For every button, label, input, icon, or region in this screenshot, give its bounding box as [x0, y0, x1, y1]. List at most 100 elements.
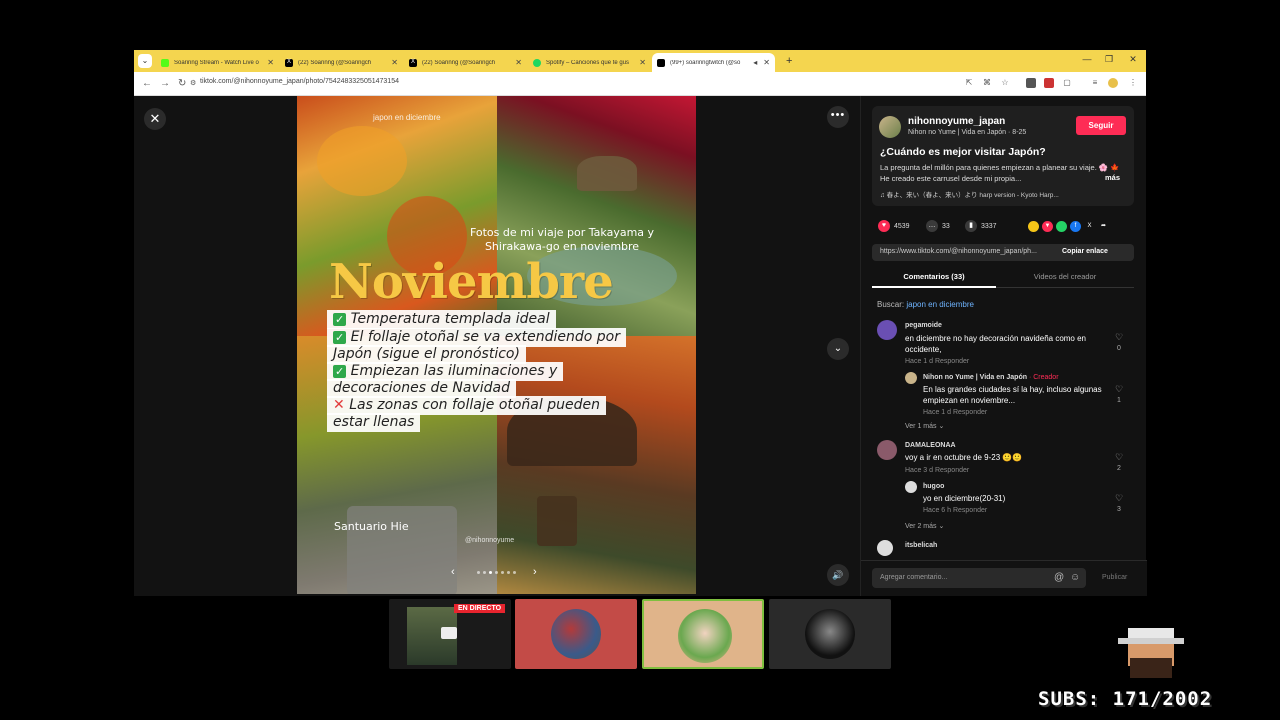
- stream-webcam-thumb[interactable]: EN DIRECTO: [389, 599, 511, 669]
- whatsapp-icon[interactable]: [1056, 221, 1067, 232]
- site-info-icon[interactable]: ⚙: [190, 79, 196, 87]
- close-tab-icon[interactable]: ✕: [639, 58, 646, 67]
- comment-input[interactable]: Agregar comentario... @ ☺: [872, 568, 1086, 588]
- comment-button[interactable]: … 33: [926, 220, 950, 232]
- close-window-icon[interactable]: ✕: [1126, 54, 1140, 65]
- install-icon[interactable]: ⇱: [964, 78, 974, 88]
- browser-tab[interactable]: Spotify – Canciones que te gus ✕: [528, 53, 651, 72]
- more-link[interactable]: más: [1105, 173, 1120, 182]
- spotify-icon: [533, 58, 541, 67]
- puzzle-icon[interactable]: ▢: [1062, 78, 1072, 88]
- save-button[interactable]: ▮ 3337: [965, 220, 997, 232]
- comment-reply: Nihon no Yume | Vida en Japón · Creador …: [905, 372, 1139, 420]
- comment-meta[interactable]: Hace 3 d Responder: [905, 467, 969, 474]
- publish-button[interactable]: Publicar: [1102, 574, 1127, 581]
- heart-outline-icon[interactable]: ♡: [1113, 384, 1125, 395]
- comment-user[interactable]: pegamoide: [905, 322, 942, 329]
- stream-thumb-selected[interactable]: [642, 599, 764, 669]
- close-tab-icon[interactable]: ✕: [267, 58, 274, 67]
- x-share-icon[interactable]: X: [1084, 221, 1095, 232]
- browser-tab[interactable]: X (22) Soarinng (@Soaringch ✕: [404, 53, 527, 72]
- heart-outline-icon[interactable]: ♡: [1113, 332, 1125, 343]
- comment-meta[interactable]: Hace 1 d Responder: [905, 358, 969, 365]
- carousel-dot[interactable]: [507, 571, 510, 574]
- restore-icon[interactable]: ❐: [1102, 54, 1116, 65]
- view-more-replies[interactable]: Ver 2 más ⌄: [905, 522, 944, 530]
- carousel-dot[interactable]: [489, 571, 492, 574]
- author-name[interactable]: nihonnoyume_japan: [908, 116, 1005, 127]
- browser-tab[interactable]: X (22) Soarinng (@Soaringch ✕: [280, 53, 403, 72]
- next-post-button[interactable]: ⌄: [827, 338, 849, 360]
- avatar[interactable]: [877, 540, 893, 556]
- close-tab-icon[interactable]: ✕: [515, 58, 522, 67]
- forward-icon[interactable]: →: [160, 78, 170, 89]
- carousel-dot[interactable]: [495, 571, 498, 574]
- avatar[interactable]: [877, 320, 897, 340]
- avatar[interactable]: [905, 481, 917, 493]
- post-link[interactable]: https://www.tiktok.com/@nihonnoyume_japa…: [880, 248, 1037, 255]
- close-tab-icon[interactable]: ✕: [391, 58, 398, 67]
- heart-outline-icon[interactable]: ♡: [1113, 493, 1125, 504]
- author-avatar[interactable]: [879, 116, 901, 138]
- more-options-button[interactable]: •••: [827, 106, 849, 128]
- reload-icon[interactable]: ↻: [178, 78, 186, 89]
- avatar[interactable]: [1108, 78, 1118, 88]
- carousel-dots: [477, 571, 517, 575]
- url-field[interactable]: tiktok.com/@nihonnoyume_japan/photo/7542…: [200, 78, 399, 85]
- stream-thumb[interactable]: [769, 599, 891, 669]
- stream-thumb[interactable]: [515, 599, 637, 669]
- extension-icon[interactable]: [1026, 78, 1036, 88]
- heart-outline-icon[interactable]: ♡: [1113, 452, 1125, 463]
- carousel-dot[interactable]: [501, 571, 504, 574]
- sound-toggle-button[interactable]: 🔊: [827, 564, 849, 586]
- like-button[interactable]: ♥ 4539: [878, 220, 910, 232]
- carousel-dot[interactable]: [513, 571, 516, 574]
- menu-icon[interactable]: ⋮: [1128, 78, 1138, 88]
- tab-creator-videos[interactable]: Videos del creador: [996, 268, 1134, 288]
- music-link[interactable]: ♫ 春よ、来い（春よ、来い）より harp version - Kyoto Ha…: [880, 189, 1059, 199]
- new-tab-button[interactable]: +: [786, 55, 792, 67]
- carousel-photo[interactable]: japon en diciembre Fotos de mi viaje por…: [297, 96, 696, 594]
- mention-icon[interactable]: @: [1054, 572, 1064, 583]
- pixel-mascot: [1118, 628, 1184, 682]
- follow-button[interactable]: Seguir: [1076, 116, 1126, 135]
- avatar[interactable]: [877, 440, 897, 460]
- comment-user[interactable]: DAMALEONAA: [905, 442, 956, 449]
- sidebar-tabs: Comentarios (33) Videos del creador: [872, 268, 1134, 288]
- browser-tab-active[interactable]: (99+) soarinngtwitch (@so ◂ ✕: [652, 53, 775, 72]
- avatar[interactable]: [905, 372, 917, 384]
- tab-search-icon[interactable]: ⌄: [138, 54, 152, 68]
- emoji-icon[interactable]: ☺: [1070, 572, 1080, 583]
- minimize-icon[interactable]: —: [1080, 54, 1094, 64]
- carousel-dot[interactable]: [483, 571, 486, 574]
- comment-user[interactable]: hugoo: [923, 483, 944, 490]
- star-icon[interactable]: ☆: [1000, 78, 1010, 88]
- comment: itsbelicah: [877, 540, 1139, 558]
- close-tab-icon[interactable]: ✕: [763, 58, 770, 67]
- media-icon[interactable]: ≡: [1090, 78, 1100, 88]
- copy-link-button[interactable]: Copiar enlace: [1062, 248, 1108, 255]
- tab-comments[interactable]: Comentarios (33): [872, 268, 996, 288]
- search-link[interactable]: japon en diciembre: [906, 300, 974, 309]
- comment-placeholder: Agregar comentario...: [880, 574, 948, 581]
- back-icon[interactable]: ←: [142, 78, 152, 89]
- view-more-replies[interactable]: Ver 1 más ⌄: [905, 422, 944, 430]
- extension-icon[interactable]: [1044, 78, 1054, 88]
- comment-meta[interactable]: Hace 1 d Responder: [923, 409, 987, 416]
- facebook-icon[interactable]: f: [1070, 221, 1081, 232]
- carousel-dot[interactable]: [477, 571, 480, 574]
- translate-icon[interactable]: ⌘: [982, 78, 992, 88]
- share-icon[interactable]: [1028, 221, 1039, 232]
- post-stats: ♥ 4539 … 33 ▮ 3337 ▼ f X ➦: [872, 220, 1134, 234]
- close-viewer-button[interactable]: ✕: [144, 108, 166, 130]
- comment-meta[interactable]: Hace 6 h Responder: [923, 507, 987, 514]
- forward-share-icon[interactable]: ➦: [1098, 221, 1109, 232]
- share-icon[interactable]: ▼: [1042, 221, 1053, 232]
- comment-user[interactable]: itsbelicah: [905, 542, 937, 549]
- browser-tab[interactable]: Soarinng Stream - Watch Live o ✕: [156, 53, 279, 72]
- comment-user[interactable]: Nihon no Yume | Vida en Japón · Creador: [923, 374, 1059, 381]
- prev-slide-icon[interactable]: ‹: [451, 566, 455, 578]
- comment-composer: Agregar comentario... @ ☺ Publicar: [861, 560, 1147, 596]
- next-slide-icon[interactable]: ›: [533, 566, 537, 578]
- comment-icon: …: [926, 220, 938, 232]
